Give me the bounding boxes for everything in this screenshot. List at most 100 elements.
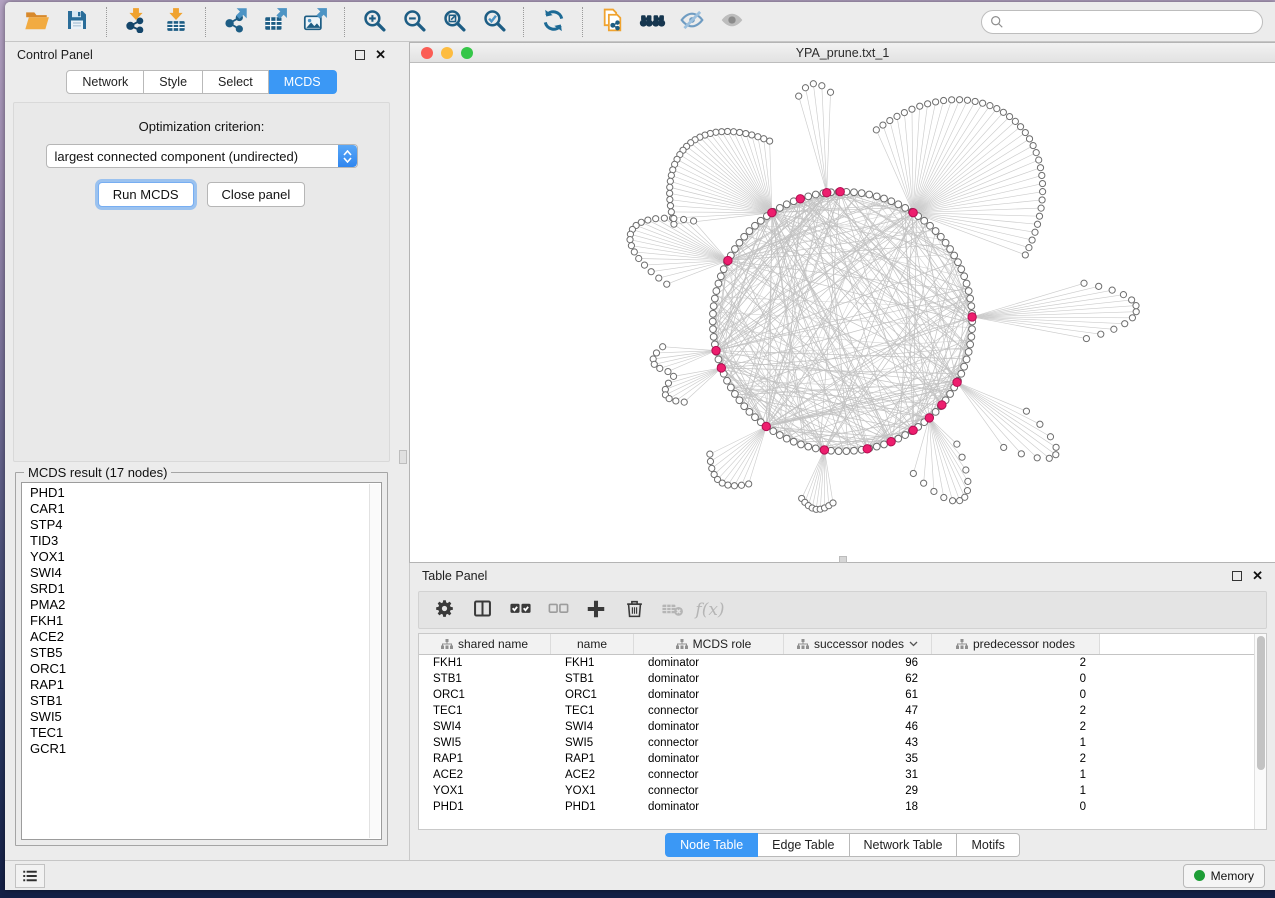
table-row[interactable]: STB1STB1dominator620 xyxy=(419,671,1266,687)
refresh-button[interactable] xyxy=(533,6,573,38)
table-cell: 1 xyxy=(932,737,1100,749)
table-cell: ORC1 xyxy=(551,689,634,701)
close-window-icon[interactable] xyxy=(421,47,433,59)
table-row[interactable]: SWI5SWI5connector431 xyxy=(419,735,1266,751)
settings-gear-button[interactable] xyxy=(425,594,463,626)
zoom-fit-button[interactable] xyxy=(434,6,474,38)
mcds-result-node[interactable]: SWI5 xyxy=(24,709,368,725)
column-header-name[interactable]: name xyxy=(551,634,634,654)
table-cell: PHD1 xyxy=(551,801,634,813)
table-cell: 2 xyxy=(932,721,1100,733)
mcds-result-node[interactable]: STB1 xyxy=(24,693,368,709)
table-panel-titlebar: Table Panel ✕ xyxy=(410,563,1275,589)
mcds-result-node[interactable]: TEC1 xyxy=(24,725,368,741)
table-row[interactable]: PHD1PHD1dominator180 xyxy=(419,799,1266,815)
tab-select[interactable]: Select xyxy=(203,70,269,94)
criterion-selected-value: largest connected component (undirected) xyxy=(47,149,338,164)
show-all-button[interactable] xyxy=(712,6,752,38)
table-cell: YOX1 xyxy=(419,785,551,797)
maximize-window-icon[interactable] xyxy=(461,47,473,59)
column-header-shared-name[interactable]: shared name xyxy=(419,634,551,654)
column-layout-button[interactable] xyxy=(463,594,501,626)
table-cell: 31 xyxy=(784,769,932,781)
mcds-result-node[interactable]: STB5 xyxy=(24,645,368,661)
table-cell: dominator xyxy=(634,657,784,669)
first-neighbors-button[interactable] xyxy=(632,6,672,38)
memory-button[interactable]: Memory xyxy=(1183,864,1265,888)
table-row[interactable]: FKH1FKH1dominator962 xyxy=(419,655,1266,671)
network-canvas[interactable] xyxy=(410,63,1275,562)
mcds-result-node[interactable]: CAR1 xyxy=(24,501,368,517)
task-history-button[interactable] xyxy=(15,864,45,888)
mcds-result-node[interactable]: RAP1 xyxy=(24,677,368,693)
import-network-button[interactable] xyxy=(116,6,156,38)
table-row[interactable]: YOX1YOX1connector291 xyxy=(419,783,1266,799)
table-row[interactable]: RAP1RAP1dominator352 xyxy=(419,751,1266,767)
column-layout-icon xyxy=(472,598,493,622)
mcds-result-node[interactable]: SRD1 xyxy=(24,581,368,597)
mcds-result-node[interactable]: FKH1 xyxy=(24,613,368,629)
tab-mcds[interactable]: MCDS xyxy=(269,70,337,94)
mcds-result-node[interactable]: TID3 xyxy=(24,533,368,549)
table-cell: STB1 xyxy=(419,673,551,685)
table-cell: dominator xyxy=(634,801,784,813)
delete-row-button[interactable] xyxy=(615,594,653,626)
mcds-result-node[interactable]: ORC1 xyxy=(24,661,368,677)
close-panel-icon[interactable]: ✕ xyxy=(375,50,386,60)
float-table-panel-icon[interactable] xyxy=(1232,571,1242,581)
run-mcds-button[interactable]: Run MCDS xyxy=(98,182,194,207)
mcds-result-node[interactable]: YOX1 xyxy=(24,549,368,565)
tab-network[interactable]: Network xyxy=(66,70,144,94)
open-folder-button[interactable] xyxy=(17,6,57,38)
tab-node-table[interactable]: Node Table xyxy=(665,833,758,857)
export-table-button[interactable] xyxy=(255,6,295,38)
search-input[interactable] xyxy=(1010,15,1254,29)
mcds-result-node[interactable]: GCR1 xyxy=(24,741,368,757)
deselect-all-button[interactable] xyxy=(539,594,577,626)
table-row[interactable]: TEC1TEC1connector472 xyxy=(419,703,1266,719)
import-table-button[interactable] xyxy=(156,6,196,38)
select-all-button[interactable] xyxy=(501,594,539,626)
table-row[interactable]: ORC1ORC1dominator610 xyxy=(419,687,1266,703)
mcds-result-node[interactable]: PHD1 xyxy=(24,485,368,501)
tab-network-table[interactable]: Network Table xyxy=(850,833,958,857)
mcds-result-node[interactable]: ACE2 xyxy=(24,629,368,645)
export-network-button[interactable] xyxy=(215,6,255,38)
optimization-criterion-select[interactable]: largest connected component (undirected) xyxy=(46,144,358,168)
mcds-result-node[interactable]: PMA2 xyxy=(24,597,368,613)
table-cell: connector xyxy=(634,769,784,781)
zoom-selected-button[interactable] xyxy=(474,6,514,38)
zoom-selected-icon xyxy=(482,8,507,36)
zoom-out-button[interactable] xyxy=(394,6,434,38)
float-panel-icon[interactable] xyxy=(355,50,365,60)
tab-motifs[interactable]: Motifs xyxy=(957,833,1019,857)
column-header-MCDS-role[interactable]: MCDS role xyxy=(634,634,784,654)
table-scrollbar-thumb[interactable] xyxy=(1257,636,1265,770)
column-header-successor-nodes[interactable]: successor nodes xyxy=(784,634,932,654)
mcds-result-node[interactable]: SWI4 xyxy=(24,565,368,581)
table-row[interactable]: ACE2ACE2connector311 xyxy=(419,767,1266,783)
save-button[interactable] xyxy=(57,6,97,38)
zoom-in-icon xyxy=(362,8,387,36)
result-list-scrollbar[interactable] xyxy=(369,484,380,838)
network-table-splitter-handle[interactable] xyxy=(839,556,847,563)
mcds-result-node[interactable]: STP4 xyxy=(24,517,368,533)
table-row[interactable]: SWI4SWI4dominator462 xyxy=(419,719,1266,735)
tab-edge-table[interactable]: Edge Table xyxy=(758,833,849,857)
minimize-window-icon[interactable] xyxy=(441,47,453,59)
add-row-button[interactable] xyxy=(577,594,615,626)
zoom-in-button[interactable] xyxy=(354,6,394,38)
table-header-row: shared namenameMCDS rolesuccessor nodesp… xyxy=(419,634,1266,655)
table-cell: 0 xyxy=(932,801,1100,813)
copy-network-button[interactable] xyxy=(592,6,632,38)
hide-selected-button[interactable] xyxy=(672,6,712,38)
control-panel-title: Control Panel xyxy=(17,48,93,62)
close-panel-button[interactable]: Close panel xyxy=(207,182,306,207)
column-type-icon xyxy=(441,639,453,649)
export-image-button[interactable] xyxy=(295,6,335,38)
splitter-handle[interactable] xyxy=(399,450,407,464)
tab-style[interactable]: Style xyxy=(144,70,203,94)
close-table-panel-icon[interactable]: ✕ xyxy=(1252,571,1263,581)
table-cell: SWI5 xyxy=(551,737,634,749)
column-header-predecessor-nodes[interactable]: predecessor nodes xyxy=(932,634,1100,654)
